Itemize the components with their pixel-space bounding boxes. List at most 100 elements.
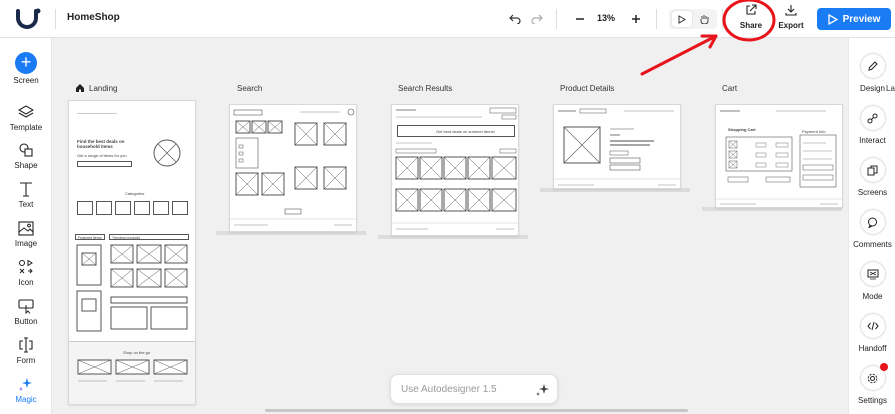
tool-label: Text — [18, 200, 34, 209]
divider — [722, 9, 723, 29]
autodesigner-input[interactable]: Use Autodesigner 1.5 — [390, 374, 558, 404]
link-icon — [860, 106, 885, 130]
wf-category — [172, 201, 188, 215]
wf-featured: Featured Items — [78, 235, 102, 240]
autodesigner-placeholder: Use Autodesigner 1.5 — [401, 384, 497, 395]
tool-template[interactable]: Template — [0, 103, 52, 132]
sparkle-icon[interactable] — [535, 382, 551, 398]
wf-trending: Trending products — [112, 235, 141, 240]
screens-icon — [860, 158, 885, 182]
wf-featured-header: Featured Items — [75, 234, 105, 240]
tab-label: Comments — [853, 240, 892, 249]
share-button[interactable]: Share — [733, 3, 769, 35]
tab-label: Handoff — [858, 344, 887, 353]
tab-screens[interactable]: Screens — [849, 158, 895, 197]
wf-headline: Find the best deals on household items — [77, 139, 125, 149]
tab-label: Settings — [858, 396, 887, 405]
play-icon — [827, 13, 838, 25]
icon-set-icon — [15, 258, 37, 276]
preview-button[interactable]: Preview — [817, 8, 891, 30]
frame-search-results[interactable]: Get best deals on summer items! — [391, 104, 519, 236]
wf-subline: Get a range of items for you — [77, 153, 127, 158]
share-icon — [746, 4, 757, 15]
form-icon — [15, 336, 37, 354]
wf-nav — [77, 113, 117, 114]
image-icon — [15, 219, 37, 237]
zoom-in-icon[interactable] — [626, 9, 646, 29]
tab-settings[interactable]: Settings — [849, 363, 895, 405]
preview-label: Preview — [842, 13, 881, 25]
left-toolbar: + Screen Template Shape Text Image Icon — [0, 38, 52, 414]
wf-hero-image — [153, 139, 181, 167]
tool-label: Icon — [18, 278, 34, 287]
wf-shop-section: Shop on the go — [69, 341, 195, 404]
frame-search[interactable] — [229, 104, 357, 232]
tool-icon[interactable]: Icon — [0, 258, 52, 287]
tab-handoff[interactable]: Handoff — [849, 314, 895, 353]
pencil-icon — [860, 54, 885, 78]
code-icon — [860, 314, 885, 338]
export-label: Export — [778, 21, 804, 30]
wf-category — [96, 201, 112, 215]
plus-icon: + — [15, 52, 37, 74]
play-icon[interactable] — [672, 11, 692, 27]
frame-label-search-results[interactable]: Search Results — [398, 84, 452, 93]
tool-label: Image — [14, 239, 38, 248]
right-panel-tabs: Design Interact Screens Comments Mode Ha… — [848, 38, 895, 414]
tab-mode[interactable]: Mode — [849, 262, 895, 301]
frame-label-search[interactable]: Search — [237, 84, 262, 93]
tool-magic[interactable]: Magic — [0, 375, 52, 404]
horizontal-scrollbar[interactable] — [265, 409, 688, 412]
text-icon — [15, 180, 37, 198]
wf-category — [115, 201, 131, 215]
share-label: Share — [739, 21, 763, 30]
export-button[interactable]: Export — [776, 3, 806, 35]
tool-label: Template — [9, 123, 43, 132]
wf-search-layout — [230, 108, 356, 226]
frame-label-landing[interactable]: Landing — [89, 84, 117, 93]
tool-label: Screen — [13, 76, 39, 85]
tool-text[interactable]: Text — [0, 180, 52, 209]
frame-product-details[interactable] — [553, 104, 681, 189]
gear-icon — [860, 363, 888, 390]
top-bar: HomeShop 13% Share Export Preview — [0, 0, 895, 38]
tool-form[interactable]: Form — [0, 336, 52, 365]
tab-interact[interactable]: Interact — [849, 106, 895, 145]
frame-label-cart[interactable]: Cart — [722, 84, 737, 93]
app-logo-icon[interactable] — [14, 7, 42, 31]
tab-label: Interact — [859, 136, 886, 145]
wf-results-layout — [392, 107, 518, 230]
layers-icon — [15, 103, 37, 121]
project-title[interactable]: HomeShop — [67, 12, 120, 23]
tool-label: Shape — [14, 161, 38, 170]
wf-shop-cards — [77, 359, 188, 382]
wf-category — [134, 201, 150, 215]
tool-label: Magic — [15, 395, 37, 404]
wf-categories: Categories — [125, 191, 145, 196]
wf-product-grid — [76, 244, 188, 332]
wf-search — [77, 161, 132, 167]
redo-icon[interactable] — [527, 9, 547, 29]
tool-image[interactable]: Image — [0, 219, 52, 248]
notification-badge — [879, 363, 888, 371]
wf-category — [77, 201, 93, 215]
frame-landing[interactable]: Find the best deals on household items G… — [68, 100, 196, 405]
zoom-out-icon[interactable] — [570, 9, 590, 29]
undo-icon[interactable] — [505, 9, 525, 29]
tab-label: Screens — [857, 188, 888, 197]
wf-product-layout — [554, 108, 680, 186]
comment-icon — [860, 210, 885, 234]
annotation-arrow — [640, 34, 718, 76]
hand-icon[interactable] — [694, 11, 714, 27]
tool-shape[interactable]: Shape — [0, 141, 52, 170]
home-icon — [76, 84, 84, 92]
frame-cart[interactable]: Shopping Cart Payment Info — [715, 104, 843, 208]
tool-label: Button — [14, 317, 38, 326]
frame-label-product-details[interactable]: Product Details — [560, 84, 614, 93]
tool-button[interactable]: Button — [0, 297, 52, 326]
zoom-level[interactable]: 13% — [597, 13, 615, 23]
tool-screen[interactable]: + Screen — [0, 52, 52, 85]
frame-label-layout[interactable]: Lay — [886, 84, 895, 93]
tab-comments[interactable]: Comments — [849, 210, 895, 249]
wf-cart-layout — [716, 110, 842, 205]
